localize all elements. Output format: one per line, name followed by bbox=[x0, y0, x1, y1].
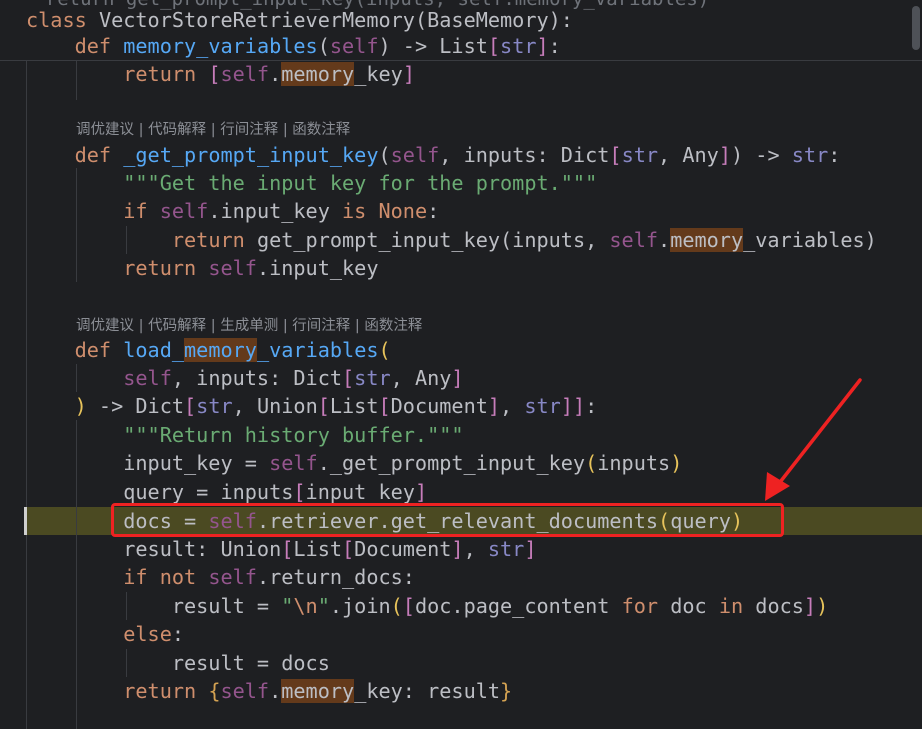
annotation-red-arrow bbox=[765, 378, 862, 501]
code-editor[interactable]: return get_prompt_input_key(inputs, self… bbox=[0, 0, 922, 729]
